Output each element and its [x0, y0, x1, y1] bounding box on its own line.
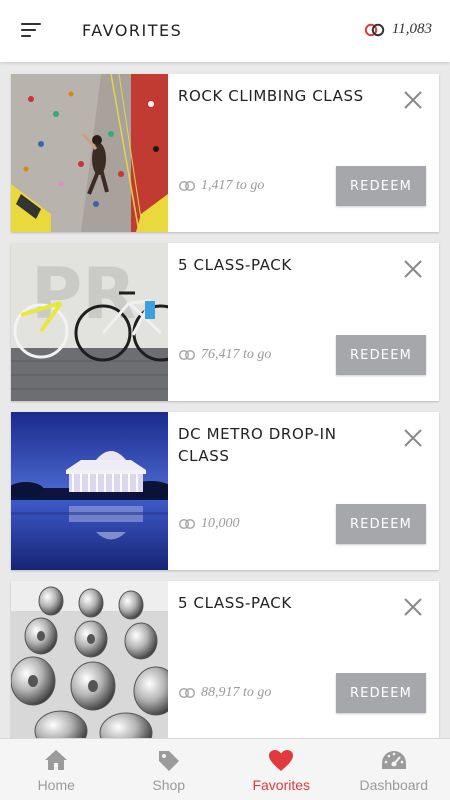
close-icon[interactable] [403, 90, 423, 110]
favorite-card[interactable]: Rock Climbing Class 1,417 to go Redeem [11, 74, 439, 232]
points-rings-icon [364, 23, 385, 36]
favorite-card[interactable]: DC Metro Drop-In Class 10,000 Redeem [11, 412, 439, 570]
points-rings-icon [178, 349, 196, 361]
tab-shop[interactable]: Shop [113, 739, 226, 800]
redeem-button[interactable]: Redeem [336, 673, 426, 713]
menu-line [21, 29, 36, 31]
favorite-card[interactable]: PR 5 Class-Pack [11, 243, 439, 401]
points-to-go: 76,417 to go [178, 347, 271, 363]
points-to-go-text: 88,917 to go [201, 685, 272, 700]
card-title: Rock Climbing Class [178, 87, 364, 105]
bottom-tab-bar: Home Shop Favorites Dashboard [0, 738, 450, 800]
redeem-button[interactable]: Redeem [336, 504, 426, 544]
bicycles-image: PR [11, 243, 168, 401]
close-icon[interactable] [403, 259, 423, 279]
redeem-button[interactable]: Redeem [336, 166, 426, 206]
tab-label: Home [37, 777, 75, 793]
tab-favorites[interactable]: Favorites [225, 739, 338, 800]
points-to-go: 10,000 [178, 516, 240, 532]
points-value: 11,083 [391, 21, 432, 37]
menu-line [21, 23, 41, 25]
card-title: DC Metro Drop-In Class [178, 425, 337, 465]
heart-icon [269, 750, 294, 771]
points-to-go-text: 1,417 to go [201, 178, 265, 193]
close-icon[interactable] [403, 428, 423, 448]
dumbbells-image [11, 581, 168, 738]
tag-icon [158, 751, 179, 771]
home-icon [45, 750, 68, 770]
card-title: 5 Class-Pack [178, 256, 292, 274]
points-to-go: 88,917 to go [178, 685, 271, 701]
favorite-card[interactable]: 5 Class-Pack 88,917 to go Redeem [11, 581, 439, 738]
tab-label: Shop [152, 777, 186, 793]
memorial-image [11, 412, 168, 570]
points-to-go-text: 10,000 [201, 516, 240, 531]
menu-icon[interactable] [18, 20, 44, 42]
points-to-go-text: 76,417 to go [201, 347, 272, 362]
points-to-go: 1,417 to go [178, 178, 264, 194]
gauge-icon [381, 751, 406, 769]
tab-label: Favorites [252, 777, 311, 793]
points-rings-icon [178, 687, 196, 699]
page-title: Favorites [82, 21, 183, 40]
menu-line [21, 35, 31, 37]
redeem-button[interactable]: Redeem [336, 335, 426, 375]
favorites-list[interactable]: Rock Climbing Class 1,417 to go Redeem P… [0, 62, 450, 738]
top-bar: Favorites 11,083 [0, 0, 450, 62]
points-rings-icon [178, 518, 196, 530]
tab-home[interactable]: Home [0, 739, 113, 800]
rock-climbing-image [11, 74, 168, 232]
points-balance[interactable]: 11,083 [364, 21, 432, 38]
card-title: 5 Class-Pack [178, 594, 292, 612]
tab-dashboard[interactable]: Dashboard [338, 739, 450, 800]
close-icon[interactable] [403, 597, 423, 617]
points-rings-icon [178, 180, 196, 192]
tab-label: Dashboard [359, 777, 429, 793]
